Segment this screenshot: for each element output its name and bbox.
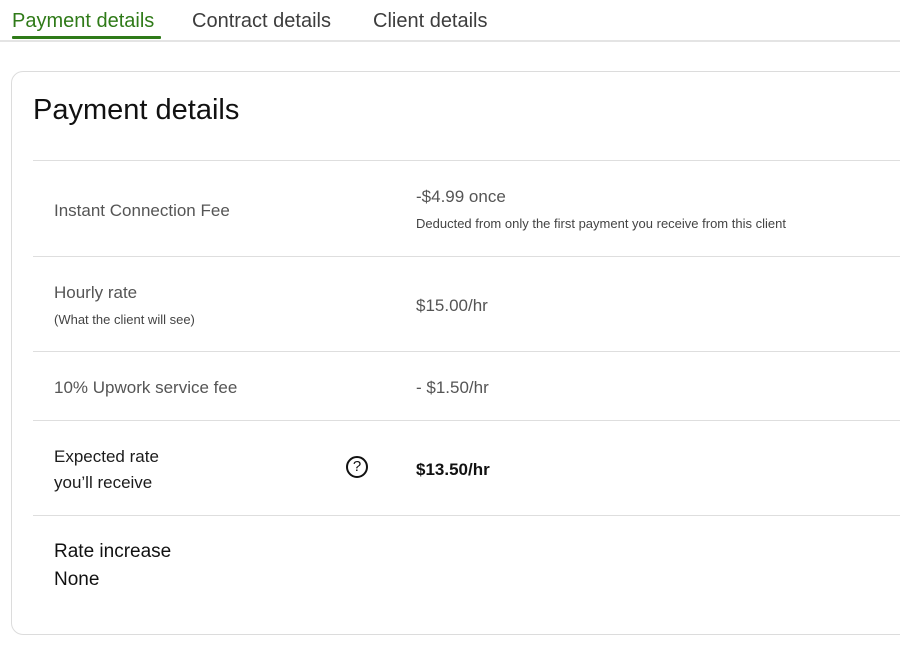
- expected-rate-value: $13.50/hr: [416, 460, 490, 479]
- expected-rate-label-line1: Expected rate: [54, 447, 159, 466]
- card-title: Payment details: [33, 94, 240, 126]
- divider: [33, 420, 900, 421]
- rate-increase-value: None: [54, 569, 100, 590]
- active-tab-indicator: [12, 36, 161, 39]
- expected-rate-label-line2: you’ll receive: [54, 473, 153, 492]
- connection-fee-note: Deducted from only the first payment you…: [416, 216, 786, 231]
- hourly-rate-label: Hourly rate: [54, 283, 138, 302]
- question-circle-icon[interactable]: ?: [346, 456, 368, 478]
- hourly-rate-sublabel: (What the client will see): [54, 312, 195, 327]
- hourly-rate-value: $15.00/hr: [416, 296, 488, 315]
- divider: [33, 351, 900, 352]
- tab-client-details[interactable]: Client details: [373, 10, 488, 33]
- tab-payment-details[interactable]: Payment details: [12, 10, 154, 33]
- rate-increase-label: Rate increase: [54, 541, 172, 562]
- service-fee-value: - $1.50/hr: [416, 378, 489, 397]
- divider: [33, 515, 900, 516]
- divider: [33, 256, 900, 257]
- divider: [33, 160, 900, 161]
- connection-fee-label: Instant Connection Fee: [54, 201, 230, 220]
- connection-fee-value: -$4.99 once: [416, 187, 506, 206]
- tab-contract-details[interactable]: Contract details: [192, 10, 331, 33]
- tab-bar: Payment details Contract details Client …: [0, 0, 900, 42]
- service-fee-label: 10% Upwork service fee: [54, 378, 238, 397]
